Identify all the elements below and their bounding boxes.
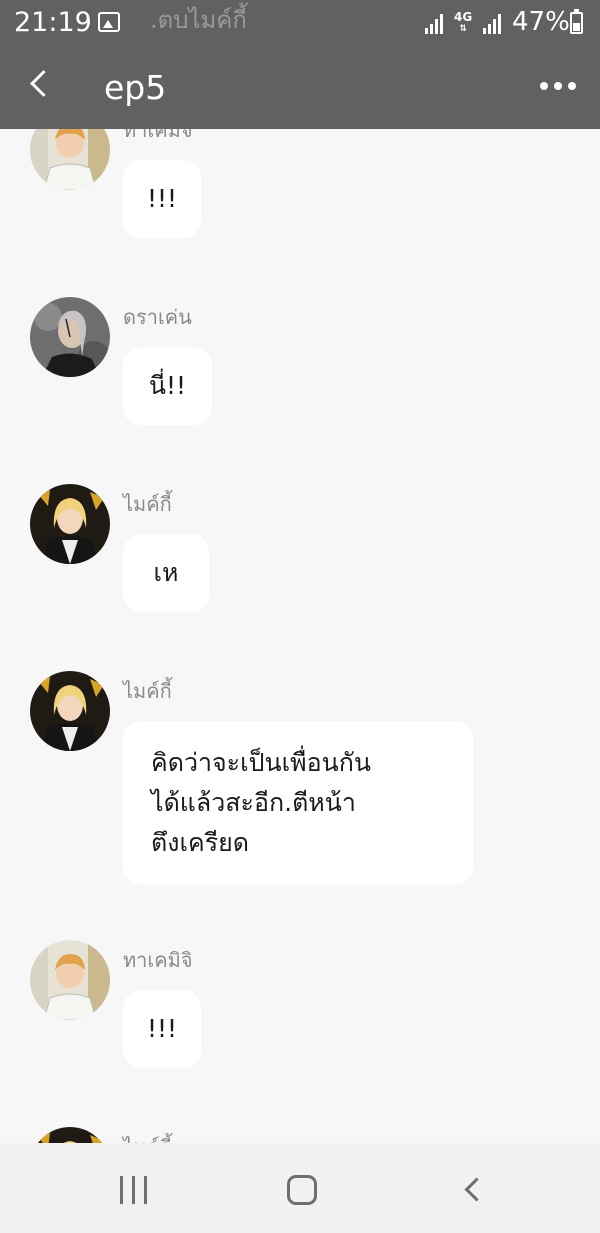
recent-apps-icon[interactable] — [120, 1176, 150, 1204]
message-bubble[interactable]: เห — [123, 534, 209, 612]
battery-percent: 47% — [512, 7, 570, 37]
scrolled-title-ghost: .ตบไมค์กี้ — [150, 6, 247, 34]
sender-name: ไมค์กี้ — [123, 679, 172, 703]
signal-icon-2 — [483, 12, 503, 34]
message-bubble[interactable]: !!! — [123, 160, 201, 238]
sender-name: ไมค์กี้ — [123, 492, 172, 516]
sender-name: ดราเค่น — [123, 305, 192, 329]
chat-area[interactable]: ทาเคมิจิ !!! ดราเค่น นี่!! ไมค์กี้ เห ไม… — [0, 0, 600, 1143]
signal-icon — [425, 12, 445, 34]
chat-header: ep5 — [0, 48, 600, 129]
avatar-draken[interactable] — [30, 297, 110, 377]
more-horizontal-icon[interactable] — [536, 78, 580, 94]
sender-name: ไมค์กี้ — [123, 1131, 172, 1143]
avatar-mikey[interactable] — [30, 1127, 110, 1143]
back-icon[interactable] — [458, 1175, 488, 1205]
message-bubble[interactable]: !!! — [123, 990, 201, 1068]
avatar-mikey[interactable] — [30, 484, 110, 564]
image-notification-icon — [98, 12, 120, 32]
battery-icon — [570, 9, 583, 34]
message-bubble[interactable]: นี่!! — [123, 347, 212, 425]
chevron-left-icon[interactable] — [24, 66, 60, 106]
home-icon[interactable] — [287, 1175, 317, 1205]
sender-name: ทาเคมิจิ — [123, 948, 193, 972]
status-bar: .ตบไมค์กี้ 21:19 4G ⇅ 47% — [0, 0, 600, 48]
network-type: 4G ⇅ — [454, 10, 473, 34]
system-nav-bar — [0, 1143, 600, 1233]
status-time: 21:19 — [14, 7, 92, 38]
top-bar: .ตบไมค์กี้ 21:19 4G ⇅ 47% ep5 — [0, 0, 600, 129]
avatar-takemichi[interactable] — [30, 940, 110, 1020]
message-bubble[interactable]: คิดว่าจะเป็นเพื่อนกัน ได้แล้วสะอีก.ตีหน้… — [123, 721, 473, 885]
chat-title: ep5 — [104, 68, 167, 107]
avatar-mikey[interactable] — [30, 671, 110, 751]
